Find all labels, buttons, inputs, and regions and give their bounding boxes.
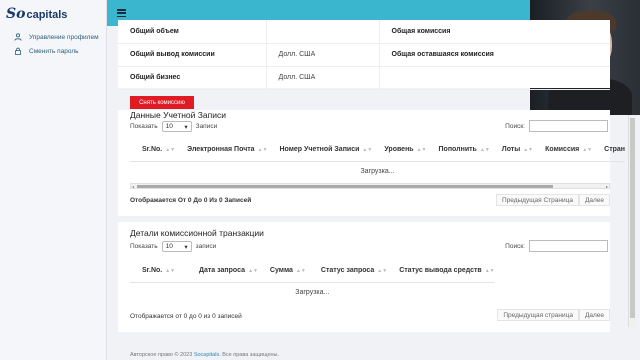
sidebar-nav: Управление профилем Сменить пароль xyxy=(0,30,106,58)
show-label: Показать xyxy=(130,243,158,250)
table-info: Отображается от 0 до 0 из 0 записей xyxy=(130,313,242,320)
withdraw-commission-button[interactable]: Снять комиссию xyxy=(130,96,194,109)
column-header[interactable]: Лоты ▲▼ xyxy=(489,139,534,162)
footer: Авторское право © 2023 Socapitals. Все п… xyxy=(130,352,279,358)
footer-link[interactable]: Socapitals xyxy=(194,352,219,358)
summary-row: Общий вывод комиссии Долл. США Общая ост… xyxy=(118,43,610,67)
search-label: Поиск: xyxy=(505,122,525,130)
table-row: Загрузка... xyxy=(130,282,495,302)
pagination: Предыдущая Страница Далее xyxy=(495,194,610,206)
sidebar-item-label: Сменить пароль xyxy=(29,47,79,55)
column-header[interactable]: Дата запроса ▲▼ xyxy=(187,260,258,283)
page-length-select[interactable]: 10 ▾ xyxy=(161,241,192,252)
loading-text: Загрузка... xyxy=(360,167,395,175)
transactions-table: Sr.No. ▲▼ Дата запроса ▲▼ Сумма ▲▼ Статус з… xyxy=(130,260,495,302)
search-label: Поиск: xyxy=(505,242,525,250)
logo[interactable]: So capitals xyxy=(0,0,106,28)
column-header[interactable]: Уровень ▲▼ xyxy=(372,139,427,162)
column-header[interactable]: Статус запроса ▲▼ xyxy=(308,260,388,283)
search-control: Поиск: xyxy=(505,120,608,132)
page-scrollbar[interactable] xyxy=(628,115,636,327)
search-input[interactable] xyxy=(529,120,608,132)
column-header[interactable]: Sr.No. ▲▼ xyxy=(130,260,187,283)
summary-label xyxy=(379,66,610,90)
summary-value: Долл. США xyxy=(266,66,380,90)
entries-label: Записи xyxy=(195,123,218,130)
section-title: Данные Учетной Записи xyxy=(130,110,226,120)
summary-label: Общий бизнес xyxy=(118,66,267,90)
column-header[interactable]: Комиссия ▲▼ xyxy=(533,139,593,162)
search-control: Поиск: xyxy=(505,240,608,252)
summary-label: Общая комиссия xyxy=(379,20,610,44)
column-header[interactable]: Пополнить ▲▼ xyxy=(426,139,490,162)
transactions-section: Детали комиссионной транзакции Показать … xyxy=(118,222,610,332)
sidebar-item-profile[interactable]: Управление профилем xyxy=(0,30,106,44)
menu-toggle-icon[interactable] xyxy=(117,9,126,18)
column-header[interactable]: Sr.No. ▲▼ xyxy=(130,139,176,162)
column-header[interactable]: Стран xyxy=(592,139,626,162)
sidebar: So capitals Управление профилем Сменить … xyxy=(0,0,107,360)
entries-label: записи xyxy=(195,243,217,250)
scroll-right-icon[interactable]: ▸ xyxy=(606,184,608,189)
previous-page-button[interactable]: Предыдущая страница xyxy=(497,309,579,321)
summary-value: Долл. США xyxy=(266,43,380,67)
column-header[interactable]: Номер Учетной Записи ▲▼ xyxy=(267,139,373,162)
loading-text: Загрузка... xyxy=(295,288,330,296)
scrollbar-thumb[interactable] xyxy=(137,185,553,188)
page-length-control: Показать 10 ▾ записи xyxy=(130,241,216,252)
scrollbar-thumb[interactable] xyxy=(630,118,635,318)
summary-row: Общий объем Общая комиссия xyxy=(118,20,610,44)
pagination: Предыдущая страница Далее xyxy=(497,309,610,321)
page-length-control: Показать 10 ▾ Записи xyxy=(130,121,217,132)
chevron-down-icon: ▾ xyxy=(184,123,188,131)
copyright-suffix: . Все права защищены. xyxy=(219,352,280,358)
table-info: Отображается От 0 До 0 Из 0 Записей xyxy=(130,197,252,204)
sidebar-item-label: Управление профилем xyxy=(29,33,99,41)
summary-row: Общий бизнес Долл. США xyxy=(118,66,610,90)
previous-page-button[interactable]: Предыдущая Страница xyxy=(495,194,579,206)
horizontal-scrollbar[interactable]: ◂ ▸ xyxy=(130,183,610,189)
table-row: Загрузка... xyxy=(130,161,625,181)
logo-mark: So xyxy=(6,6,26,22)
next-page-button[interactable]: Далее xyxy=(578,194,610,206)
show-label: Показать xyxy=(130,123,158,130)
sidebar-item-change-password[interactable]: Сменить пароль xyxy=(0,44,106,58)
copyright-text: Авторское право © 2023 xyxy=(130,352,193,358)
section-title: Детали комиссионной транзакции xyxy=(130,228,264,238)
accounts-section: Данные Учетной Записи Показать 10 ▾ Запи… xyxy=(118,110,626,216)
summary-label: Общий вывод комиссии xyxy=(118,43,267,67)
accounts-table: Sr.No. ▲▼ Электронная Почта ▲▼ Номер Учетн… xyxy=(130,139,626,181)
lock-icon xyxy=(15,47,21,55)
next-page-button[interactable]: Далее xyxy=(578,309,610,321)
scroll-left-icon[interactable]: ◂ xyxy=(132,184,134,189)
user-icon xyxy=(14,33,22,41)
column-header[interactable]: Статус вывода средств ▲▼ xyxy=(387,260,495,283)
page-length-select[interactable]: 10 ▾ xyxy=(161,121,192,132)
column-header[interactable]: Сумма ▲▼ xyxy=(257,260,309,283)
commission-summary: Общий объем Общая комиссия Общий вывод к… xyxy=(118,20,610,90)
logo-text: capitals xyxy=(26,9,68,21)
search-input[interactable] xyxy=(529,240,608,252)
chevron-down-icon: ▾ xyxy=(184,243,188,251)
summary-label: Общий объем xyxy=(118,20,267,44)
summary-label: Общая оставшаяся комиссия xyxy=(379,43,610,67)
summary-value xyxy=(266,20,380,44)
column-header[interactable]: Электронная Почта ▲▼ xyxy=(175,139,268,162)
